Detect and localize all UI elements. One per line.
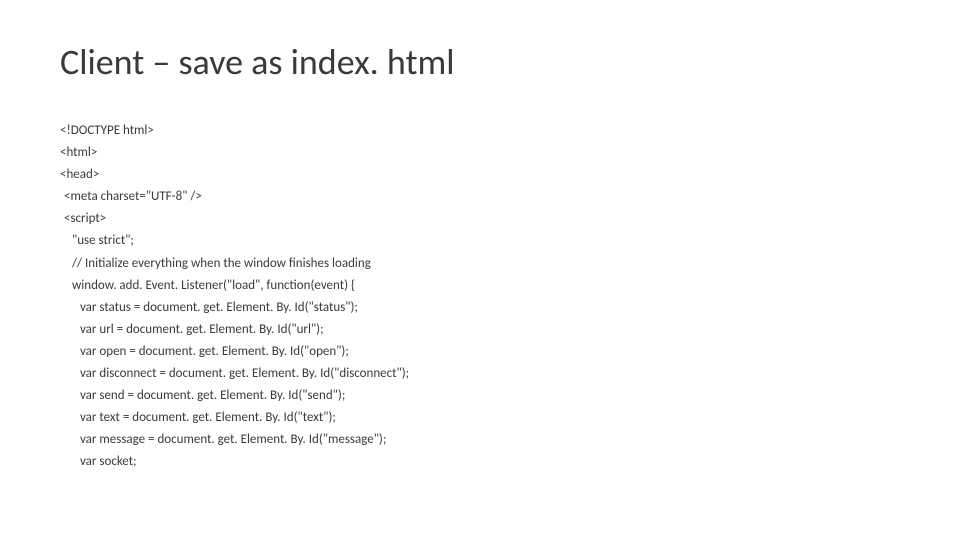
code-line: <head> <box>60 164 900 186</box>
code-line: var socket; <box>60 451 900 473</box>
code-block: <!DOCTYPE html><html><head><meta charset… <box>60 120 900 474</box>
code-line: var open = document. get. Element. By. I… <box>60 341 900 363</box>
code-line: window. add. Event. Listener("load", fun… <box>60 275 900 297</box>
code-line: var message = document. get. Element. By… <box>60 429 900 451</box>
code-line: <html> <box>60 142 900 164</box>
code-line: var status = document. get. Element. By.… <box>60 297 900 319</box>
code-line: <meta charset="UTF-8" /> <box>60 186 900 208</box>
code-line: "use strict"; <box>60 230 900 252</box>
code-line: <!DOCTYPE html> <box>60 120 900 142</box>
code-line: var url = document. get. Element. By. Id… <box>60 319 900 341</box>
code-line: // Initialize everything when the window… <box>60 253 900 275</box>
code-line: var text = document. get. Element. By. I… <box>60 407 900 429</box>
slide-title: Client – save as index. html <box>60 40 900 84</box>
code-line: var disconnect = document. get. Element.… <box>60 363 900 385</box>
code-line: var send = document. get. Element. By. I… <box>60 385 900 407</box>
code-line: <script> <box>60 208 900 230</box>
slide: Client – save as index. html <!DOCTYPE h… <box>0 0 960 540</box>
